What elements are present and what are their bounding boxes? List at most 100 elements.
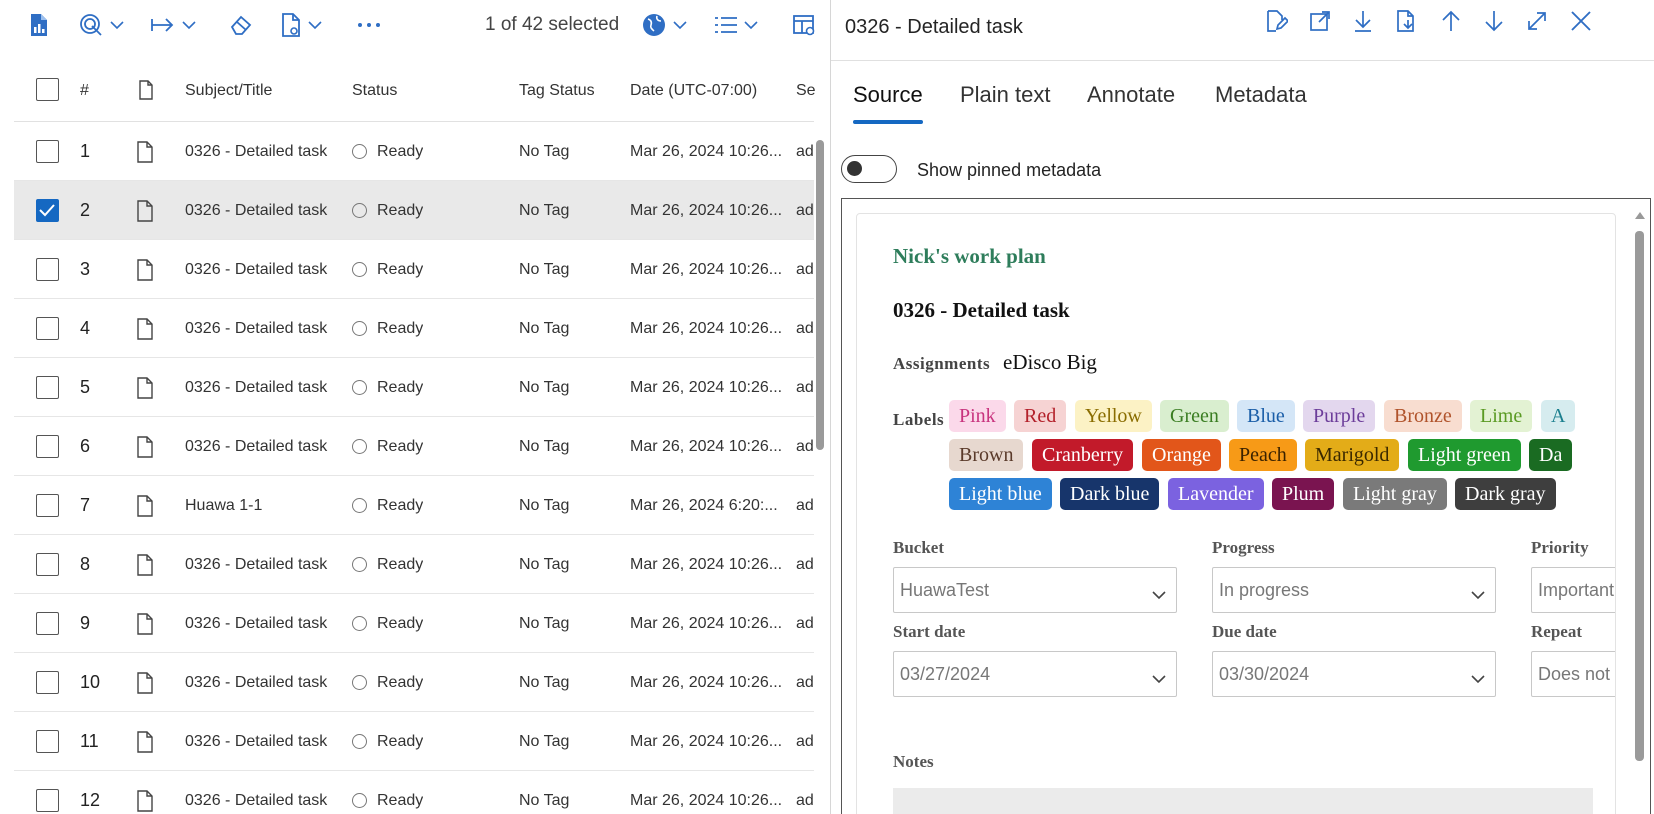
notes-field[interactable] (893, 788, 1593, 814)
row-status: Ready (352, 535, 423, 594)
scroll-up-arrow-icon[interactable] (1634, 207, 1646, 225)
row-status-text: Ready (377, 319, 424, 337)
row-se: ad (796, 614, 814, 632)
row-status: Ready (352, 240, 423, 299)
tab-plain-text[interactable]: Plain text (960, 82, 1051, 108)
row-checkbox[interactable] (36, 671, 59, 694)
table-row[interactable]: 4 0326 - Detailed task Ready No Tag Mar 26, … (14, 299, 814, 358)
column-header-doc-type-icon[interactable] (138, 80, 154, 105)
table-row[interactable]: 10 0326 - Detailed task Ready No Tag Mar 26,… (14, 653, 814, 712)
more-button[interactable] (356, 10, 382, 40)
document-icon (136, 771, 154, 814)
due-date-select[interactable]: 03/30/2024 (1212, 651, 1496, 697)
save-document-button[interactable] (1391, 8, 1421, 38)
row-checkbox[interactable] (36, 789, 59, 812)
document-icon (136, 299, 154, 358)
row-se: ad (796, 142, 814, 160)
row-checkbox[interactable] (36, 494, 59, 517)
row-subject[interactable]: 0326 - Detailed task (185, 299, 335, 358)
bucket-select[interactable]: HuawaTest (893, 567, 1177, 613)
tag-dropdown-button[interactable] (78, 10, 124, 40)
erase-button[interactable] (228, 10, 254, 40)
column-header-date[interactable]: Date (UTC-07:00) (630, 82, 757, 100)
close-button[interactable] (1566, 8, 1596, 38)
table-row[interactable]: 5 0326 - Detailed task Ready No Tag Mar 26, … (14, 358, 814, 417)
list-scrollbar[interactable] (816, 140, 824, 450)
document-dropdown-button[interactable] (280, 10, 322, 40)
list-view-dropdown-button[interactable] (714, 10, 758, 40)
row-subject[interactable]: 0326 - Detailed task (185, 771, 335, 814)
document-icon (136, 594, 154, 653)
tab-metadata[interactable]: Metadata (1215, 82, 1307, 108)
row-checkbox[interactable] (36, 140, 59, 163)
document-icon (136, 358, 154, 417)
row-se: ad (796, 732, 814, 750)
row-status: Ready (352, 299, 423, 358)
column-header-tag-status[interactable]: Tag Status (519, 82, 595, 100)
row-checkbox[interactable] (36, 553, 59, 576)
column-header-subject[interactable]: Subject/Title (185, 82, 272, 100)
table-row[interactable]: 3 0326 - Detailed task Ready No Tag Mar 26, … (14, 240, 814, 299)
table-row[interactable]: 11 0326 - Detailed task Ready No Tag Mar 26,… (14, 712, 814, 771)
label-chip: Peach (1229, 439, 1297, 471)
toggle-label: Show pinned metadata (917, 160, 1102, 180)
download-button[interactable] (1348, 8, 1378, 38)
row-subject[interactable]: 0326 - Detailed task (185, 417, 335, 476)
row-subject[interactable]: 0326 - Detailed task (185, 358, 335, 417)
status-circle-icon (352, 439, 367, 454)
repeat-select[interactable]: Does not re (1531, 651, 1615, 697)
open-external-button[interactable] (1305, 8, 1335, 38)
status-circle-icon (352, 793, 367, 808)
tab-annotate[interactable]: Annotate (1087, 82, 1175, 108)
previous-item-button[interactable] (1436, 8, 1466, 38)
progress-select[interactable]: In progress (1212, 567, 1496, 613)
row-checkbox[interactable] (36, 376, 59, 399)
row-date: Mar 26, 2024 10:26... (630, 555, 783, 573)
preview-scrollbar[interactable] (1635, 231, 1644, 761)
export-dropdown-button[interactable] (150, 10, 196, 40)
row-subject[interactable]: 0326 - Detailed task (185, 181, 335, 240)
row-subject[interactable]: 0326 - Detailed task (185, 653, 335, 712)
expand-button[interactable] (1522, 8, 1552, 38)
start-date-select[interactable]: 03/27/2024 (893, 651, 1177, 697)
table-row[interactable]: 6 0326 - Detailed task Ready No Tag Mar 26, … (14, 417, 814, 476)
table-row[interactable]: 1 0326 - Detailed task Ready No Tag Mar 26, … (14, 122, 814, 181)
row-checkbox[interactable] (36, 612, 59, 635)
column-header-number[interactable]: # (80, 82, 89, 100)
row-status: Ready (352, 476, 423, 535)
table-row[interactable]: 12 0326 - Detailed task Ready No Tag Mar 26,… (14, 771, 814, 814)
document-icon (136, 122, 154, 181)
report-button[interactable] (28, 10, 50, 40)
assignments-label: Assignments (893, 354, 991, 373)
row-checkbox[interactable] (36, 435, 59, 458)
table-row[interactable]: 9 0326 - Detailed task Ready No Tag Mar 26, … (14, 594, 814, 653)
priority-select[interactable]: Important (1531, 567, 1615, 613)
row-checkbox[interactable] (36, 258, 59, 281)
table-row[interactable]: 7 Huawa 1-1 Ready No Tag Mar 26, 2024 6:20:.… (14, 476, 814, 535)
row-subject[interactable]: 0326 - Detailed task (185, 535, 335, 594)
bucket-label: Bucket (893, 538, 944, 557)
tab-source[interactable]: Source (853, 82, 923, 108)
row-checkbox[interactable] (36, 317, 59, 340)
select-all-checkbox[interactable] (36, 78, 59, 101)
column-header-se[interactable]: Se (796, 82, 816, 100)
row-status-text: Ready (377, 555, 424, 573)
layout-button[interactable] (792, 10, 816, 40)
row-subject[interactable]: 0326 - Detailed task (185, 122, 335, 181)
row-subject[interactable]: 0326 - Detailed task (185, 240, 335, 299)
row-checkbox[interactable] (36, 199, 59, 222)
row-checkbox[interactable] (36, 730, 59, 753)
show-pinned-metadata-toggle[interactable] (841, 155, 897, 183)
edit-button[interactable] (1261, 8, 1291, 38)
row-status: Ready (352, 181, 423, 240)
row-subject[interactable]: Huawa 1-1 (185, 476, 335, 535)
table-row[interactable]: 2 0326 - Detailed task Ready No Tag Mar 26, … (14, 181, 814, 240)
next-item-button[interactable] (1479, 8, 1509, 38)
row-status: Ready (352, 653, 423, 712)
table-row[interactable]: 8 0326 - Detailed task Ready No Tag Mar 26, … (14, 535, 814, 594)
column-header-status[interactable]: Status (352, 82, 397, 100)
grid-header-row: # Subject/Title Status Tag Status Date (… (14, 60, 816, 122)
row-subject[interactable]: 0326 - Detailed task (185, 712, 335, 771)
language-dropdown-button[interactable] (641, 10, 687, 40)
row-subject[interactable]: 0326 - Detailed task (185, 594, 335, 653)
